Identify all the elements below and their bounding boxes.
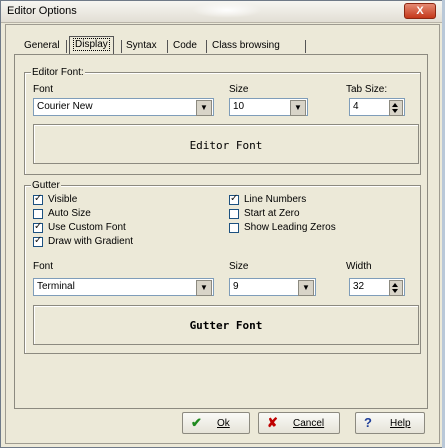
editor-font-preview-text: Editor Font <box>189 139 263 152</box>
gutter-size-combobox[interactable]: 9 ▼ <box>229 278 316 296</box>
editor-font-preview: Editor Font <box>33 124 419 164</box>
chevron-down-icon[interactable]: ▼ <box>196 100 212 116</box>
line-numbers-checkbox[interactable]: ✓ <box>229 193 239 205</box>
editor-font-value: Courier New <box>37 101 93 112</box>
tab-display[interactable]: Display <box>69 36 114 54</box>
cancel-button-label: Cancel <box>293 418 325 429</box>
title-bar-glow <box>192 2 262 18</box>
close-icon: X <box>416 5 424 17</box>
gutter-font-value: Terminal <box>37 281 75 292</box>
ok-button[interactable]: ✔ Ok <box>182 412 250 434</box>
close-button[interactable]: X <box>404 3 436 19</box>
spin-arrows-icon[interactable] <box>389 100 403 116</box>
gutter-font-combobox[interactable]: Terminal ▼ <box>33 278 214 296</box>
visible-checkbox-label[interactable]: Visible <box>48 194 77 206</box>
ok-button-label: Ok <box>217 418 230 429</box>
show-leading-zeros-checkbox[interactable] <box>229 223 239 233</box>
tab-code[interactable]: Code <box>169 38 201 54</box>
checkmark-icon: ✔ <box>191 415 202 430</box>
gutter-font-label: Font <box>33 261 54 272</box>
visible-checkbox[interactable]: ✓ <box>33 193 43 205</box>
chevron-down-icon[interactable]: ▼ <box>196 280 212 296</box>
checkmark-icon: ✓ <box>34 221 43 232</box>
tab-separator <box>206 40 207 53</box>
cancel-button[interactable]: ✘ Cancel <box>258 412 340 434</box>
checkmark-icon: ✓ <box>230 193 239 204</box>
chevron-down-icon[interactable]: ▼ <box>290 100 306 116</box>
editor-tabsize-spinner[interactable]: 4 <box>349 98 405 116</box>
editor-font-label: Font <box>33 84 54 95</box>
tab-separator <box>167 40 168 53</box>
help-button-label: Help <box>390 418 411 429</box>
editor-tabsize-label: Tab Size: <box>346 84 388 95</box>
use-custom-font-checkbox-label[interactable]: Use Custom Font <box>48 222 126 234</box>
line-numbers-checkbox-label[interactable]: Line Numbers <box>244 194 306 206</box>
editor-size-label: Size <box>229 84 249 95</box>
question-mark-icon: ? <box>364 415 372 430</box>
tab-display-label: Display <box>73 38 110 51</box>
checkmark-icon: ✓ <box>34 235 43 246</box>
auto-size-checkbox[interactable] <box>33 209 43 219</box>
start-at-zero-checkbox[interactable] <box>229 209 239 219</box>
tab-class-browsing[interactable]: Class browsing <box>208 38 284 54</box>
editor-font-group-title: Editor Font: <box>31 67 85 78</box>
gutter-size-label: Size <box>229 261 249 272</box>
gutter-width-value: 32 <box>353 281 365 292</box>
use-custom-font-checkbox[interactable]: ✓ <box>33 221 43 233</box>
auto-size-checkbox-label[interactable]: Auto Size <box>48 208 91 220</box>
gutter-width-label: Width <box>346 261 372 272</box>
tab-syntax[interactable]: Syntax <box>122 38 161 54</box>
editor-size-combobox[interactable]: 10 ▼ <box>229 98 308 116</box>
gutter-font-preview: Gutter Font <box>33 305 419 345</box>
gutter-font-preview-text: Gutter Font <box>189 319 263 332</box>
gutter-width-spinner[interactable]: 32 <box>349 278 405 296</box>
editor-size-value: 10 <box>233 101 245 112</box>
tab-separator <box>66 40 67 53</box>
spin-arrows-icon[interactable] <box>389 280 403 296</box>
tab-general[interactable]: General <box>20 38 64 54</box>
editor-font-combobox[interactable]: Courier New ▼ <box>33 98 214 116</box>
editor-tabsize-value: 4 <box>353 101 359 112</box>
draw-with-gradient-checkbox[interactable]: ✓ <box>33 235 43 247</box>
tab-separator <box>305 40 306 53</box>
draw-with-gradient-checkbox-label[interactable]: Draw with Gradient <box>48 236 133 248</box>
gutter-size-value: 9 <box>233 281 239 292</box>
start-at-zero-checkbox-label[interactable]: Start at Zero <box>244 208 300 220</box>
chevron-down-icon[interactable]: ▼ <box>298 280 314 296</box>
show-leading-zeros-checkbox-label[interactable]: Show Leading Zeros <box>244 222 336 234</box>
gutter-group-title: Gutter <box>31 180 61 191</box>
window-title: Editor Options <box>7 5 77 17</box>
help-button[interactable]: ? Help <box>355 412 425 434</box>
checkmark-icon: ✓ <box>34 193 43 204</box>
x-cross-icon: ✘ <box>267 415 278 430</box>
